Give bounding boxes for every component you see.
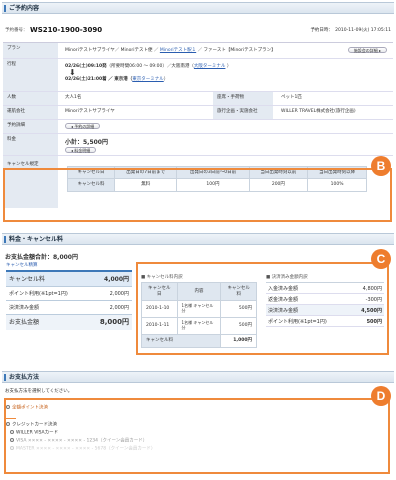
row-detail: 予約詳細 ◂ 予約の詳細 (3, 120, 393, 134)
payment-instruction: お支払方法を選択してください。 (5, 389, 73, 394)
departure-info: （所要時間06:00 〜 09:00）／大阪南港（ (106, 64, 194, 69)
row-plan: プラン Minoriテストサブライヤ／ Minoriテスト便 ／ Minoriテ… (3, 43, 393, 59)
reservation-section-header: ご予約内容 (2, 2, 394, 14)
reservation-number: WS210-1900-3090 (30, 26, 103, 34)
row-operator: 運航会社 Minoriテストサブライヤ 旅行企画・実施会社 WILLER TRA… (3, 106, 393, 120)
point-usage-label: ポイント利用(※1pt=1円) (9, 291, 68, 298)
payment-section-header: お支払方法 (2, 371, 394, 383)
plan-label: プラン (3, 43, 58, 58)
fees-section-header: 料金・キャンセル料 (2, 233, 394, 245)
badge-c: C (371, 249, 391, 269)
plan-link[interactable]: Minoriテスト駅１ (160, 48, 196, 53)
fee-label: 料金 (3, 134, 58, 155)
operator-label: 運航会社 (3, 106, 58, 119)
departure-terminal-link[interactable]: 大阪ターミナル (194, 64, 226, 69)
agency-value: WILLER TRAVEL株式会社(旅行企画) (281, 109, 356, 114)
settled-value: 2,000円 (109, 305, 129, 312)
highlight-box-c (136, 262, 389, 355)
people-value: 大人1名 (65, 95, 82, 100)
reservation-section-title: ご予約内容 (9, 5, 40, 12)
point-usage-value: 2,000円 (109, 291, 129, 298)
cancel-fee-value: 4,000円 (104, 276, 129, 284)
arrival-time: 02/26(土)21:00着 ／ 東京港（ (65, 77, 133, 83)
reservation-number-label: 予約番号： (5, 28, 28, 33)
row-people: 人数 大人1名 座席・手荷物 ペット1匹 (3, 92, 393, 106)
agency-label: 旅行企画・実施会社 (213, 106, 273, 119)
highlight-box-b (3, 168, 392, 222)
highlight-box-d (4, 398, 390, 474)
plan-value2: ／ ファースト【Minoriテストプラン】 (196, 48, 276, 53)
row-fee: 料金 小計：5,500円 ◂ 料金明細 (3, 134, 393, 156)
arrival-terminal-link[interactable]: 東京ターミナル (132, 77, 164, 82)
badge-d: D (371, 386, 391, 406)
amount-due-label: お支払金額 (9, 319, 40, 327)
cancel-settlement-panel: キャンセル精算 キャンセル料 4,000円 ポイント利用(※1pt=1円) 2,00… (6, 263, 132, 331)
reservation-detail-button[interactable]: ◂ 予約の詳細 (65, 123, 101, 129)
payment-section-title: お支払方法 (9, 374, 40, 381)
settled-label: 決済済み金額 (9, 305, 40, 312)
detail-label: 予約詳細 (3, 120, 58, 133)
plan-value: Minoriテストサブライヤ／ Minoriテスト便 ／ (65, 48, 160, 53)
badge-b: B (371, 156, 391, 176)
reservation-date: 予約日時： 2010-11-09(火) 17:05:11 (310, 28, 391, 33)
fee-detail-button[interactable]: ◂ 料金明細 (65, 147, 97, 154)
cancel-fee-label: キャンセル料 (9, 276, 46, 284)
payment-total: お支払金額合計：8,000円 (5, 254, 78, 261)
facility-detail-button[interactable]: 施設会の詳細 ▸ (347, 47, 387, 53)
reservation-header-row: 予約番号： WS210-1900-3090 予約日時： 2010-11-09(火… (5, 25, 391, 37)
seat-value: ペット1匹 (281, 95, 302, 100)
row-itinerary: 行程 02/26(土)09:10発（所要時間06:00 〜 09:00）／大阪南… (3, 59, 393, 92)
amount-due-value: 8,000円 (99, 318, 129, 327)
people-label: 人数 (3, 92, 58, 105)
fees-section-title: 料金・キャンセル料 (9, 236, 64, 243)
operator-value: Minoriテストサブライヤ (65, 109, 115, 114)
fee-subtotal: 小計：5,500円 (65, 139, 108, 146)
seat-label: 座席・手荷物 (213, 92, 273, 105)
cancel-settlement-title: キャンセル精算 (6, 263, 38, 268)
itinerary-label: 行程 (3, 59, 58, 91)
